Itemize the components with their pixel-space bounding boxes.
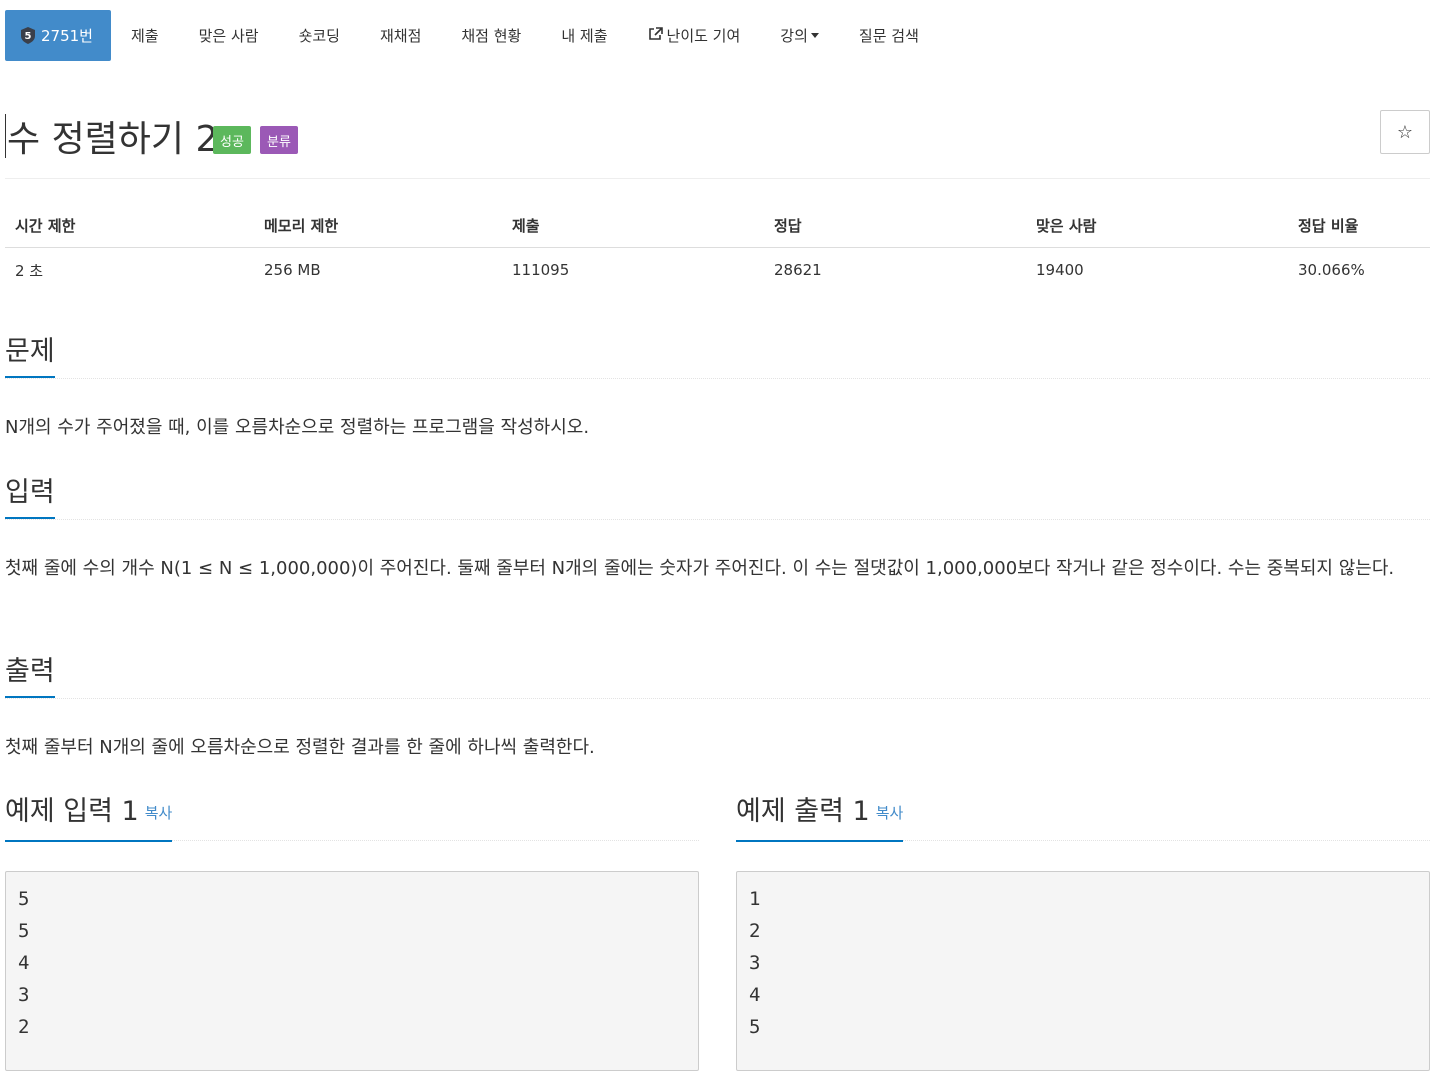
sample-output-header: 예제 출력 1 복사 <box>736 790 1430 842</box>
tab-difficulty-contribution-label: 난이도 기여 <box>666 27 741 45</box>
table-header-row: 시간 제한 메모리 제한 제출 정답 맞은 사람 정답 비율 <box>5 203 1430 248</box>
problem-info-table: 시간 제한 메모리 제한 제출 정답 맞은 사람 정답 비율 2 초 256 M… <box>5 203 1430 292</box>
tab-lectures-label: 강의 <box>780 27 808 45</box>
header-memory-limit: 메모리 제한 <box>254 203 502 248</box>
tab-question-search-label: 질문 검색 <box>858 27 919 45</box>
submissions-value: 111095 <box>512 261 570 279</box>
sample-output-panel: 예제 출력 1 복사 1 2 3 4 5 <box>736 790 1430 1071</box>
input-section-header: 입력 <box>5 475 1430 520</box>
caret-down-icon <box>810 33 819 38</box>
tab-problem-label: 2751번 <box>41 27 93 45</box>
tab-my-submissions[interactable]: 내 제출 <box>541 10 627 61</box>
sample-input-header: 예제 입력 1 복사 <box>5 790 699 842</box>
memory-limit-value: 256 MB <box>264 261 321 279</box>
copy-sample-input-link[interactable]: 복사 <box>145 804 173 822</box>
svg-text:5: 5 <box>25 31 32 42</box>
sample-output-title-wrap: 예제 출력 1 복사 <box>736 790 904 842</box>
success-label: 성공 <box>213 126 251 154</box>
tab-correct-users[interactable]: 맞은 사람 <box>179 10 279 61</box>
tab-rejudge[interactable]: 재채점 <box>360 10 441 61</box>
tab-submit-label: 제출 <box>130 27 159 45</box>
tab-problem[interactable]: 5 2751번 <box>5 10 111 61</box>
problem-menu: 5 2751번 제출 맞은 사람 숏코딩 재채점 채점 현황 내 제출 난이도 … <box>5 10 939 61</box>
external-link-icon <box>648 26 663 45</box>
problem-description: N개의 수가 주어졌을 때, 이를 오름차순으로 정렬하는 프로그램을 작성하시… <box>5 417 590 438</box>
problem-section-title: 문제 <box>5 334 55 378</box>
time-limit-value: 2 초 <box>15 261 44 280</box>
accept-ratio-value: 30.066% <box>1298 261 1365 279</box>
input-description: 첫째 줄에 수의 개수 N(1 ≤ N ≤ 1,000,000)이 주어진다. … <box>5 558 1395 579</box>
sample-input-title: 예제 입력 1 <box>5 796 139 827</box>
header-accepted: 정답 <box>764 203 1026 248</box>
header-accept-ratio: 정답 비율 <box>1288 203 1430 248</box>
output-section-header: 출력 <box>5 654 1430 699</box>
table-row: 2 초 256 MB 111095 28621 19400 30.066% <box>5 248 1430 293</box>
tab-question-search[interactable]: 질문 검색 <box>839 10 939 61</box>
correct-users-value: 19400 <box>1036 261 1084 279</box>
sample-input-panel: 예제 입력 1 복사 5 5 4 3 2 <box>5 790 699 1071</box>
sample-output-line: 2 <box>749 920 761 942</box>
star-icon: ☆ <box>1396 121 1414 143</box>
text-cursor <box>5 114 6 158</box>
sample-input-title-wrap: 예제 입력 1 복사 <box>5 790 173 842</box>
input-section-title: 입력 <box>5 475 55 519</box>
sample-input-data[interactable]: 5 5 4 3 2 <box>5 871 699 1071</box>
sample-output-line: 5 <box>749 1016 761 1038</box>
sample-output-line: 4 <box>749 984 761 1006</box>
problem-title-row: 수 정렬하기 2 성공 분류 ☆ <box>5 108 1430 179</box>
tab-short-coding[interactable]: 숏코딩 <box>279 10 360 61</box>
header-submissions: 제출 <box>502 203 764 248</box>
tab-submit[interactable]: 제출 <box>111 10 179 61</box>
header-correct-users: 맞은 사람 <box>1026 203 1288 248</box>
problem-section-header: 문제 <box>5 334 1430 379</box>
sample-input-line: 3 <box>18 984 30 1006</box>
sample-output-line: 3 <box>749 952 761 974</box>
classification-label[interactable]: 분류 <box>260 126 298 154</box>
output-section-title: 출력 <box>5 654 55 698</box>
sample-input-line: 5 <box>18 888 30 910</box>
sample-output-line: 1 <box>749 888 761 910</box>
tab-difficulty-contribution[interactable]: 난이도 기여 <box>628 10 761 61</box>
header-time-limit: 시간 제한 <box>5 203 254 248</box>
tab-status-label: 채점 현황 <box>461 27 522 45</box>
sample-output-title: 예제 출력 1 <box>736 796 870 827</box>
problem-title: 수 정렬하기 2 <box>7 119 219 160</box>
tab-correct-users-label: 맞은 사람 <box>198 27 259 45</box>
tier-badge-icon: 5 <box>21 27 35 44</box>
sample-input-line: 5 <box>18 920 30 942</box>
sample-output-data[interactable]: 1 2 3 4 5 <box>736 871 1430 1071</box>
tab-short-coding-label: 숏코딩 <box>298 27 340 45</box>
tab-lectures-dropdown[interactable]: 강의 <box>760 10 839 61</box>
copy-sample-output-link[interactable]: 복사 <box>876 804 904 822</box>
tab-my-submissions-label: 내 제출 <box>561 27 608 45</box>
tab-rejudge-label: 재채점 <box>379 27 422 45</box>
sample-input-line: 4 <box>18 952 30 974</box>
tab-status[interactable]: 채점 현황 <box>441 10 541 61</box>
accepted-value: 28621 <box>774 261 822 279</box>
output-description: 첫째 줄부터 N개의 줄에 오름차순으로 정렬한 결과를 한 줄에 하나씩 출력… <box>5 737 595 758</box>
favorite-button[interactable]: ☆ <box>1380 110 1430 154</box>
sample-input-line: 2 <box>18 1016 30 1038</box>
